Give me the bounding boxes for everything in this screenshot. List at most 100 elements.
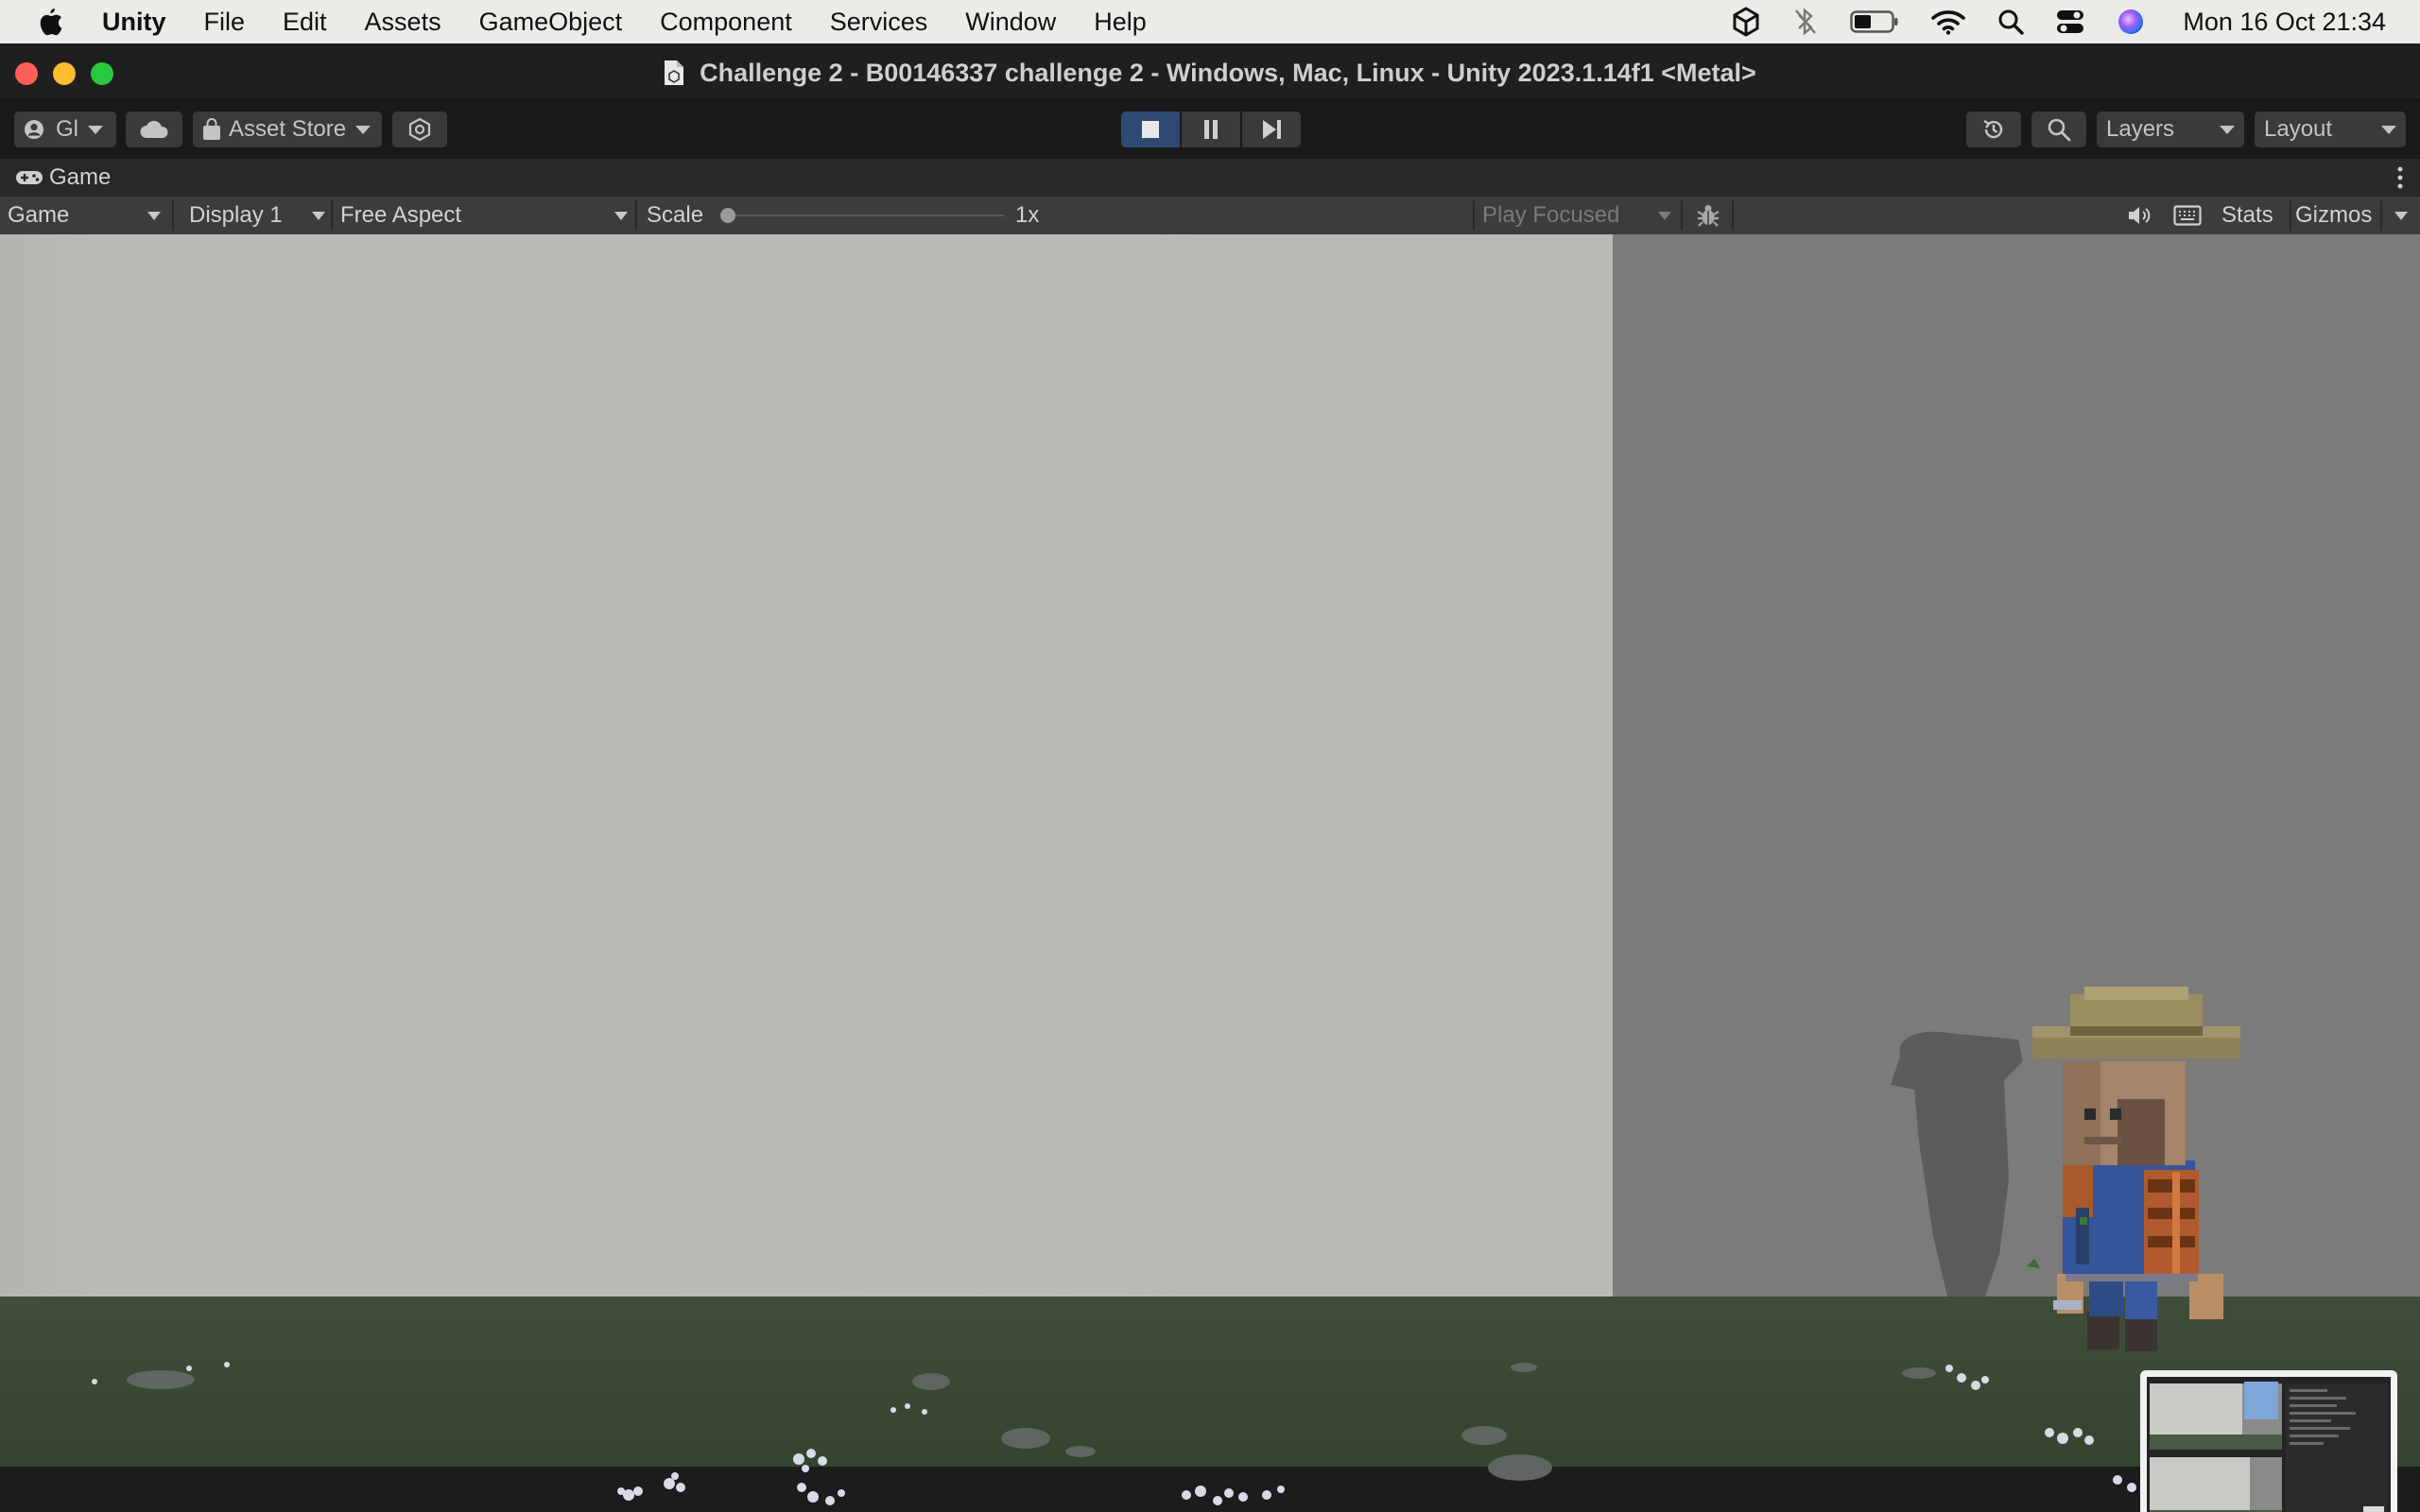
gizmos-label: Gizmos: [2295, 202, 2373, 228]
separator: [2380, 200, 2382, 231]
search-icon[interactable]: [1997, 9, 2025, 35]
account-icon: [24, 119, 44, 140]
aspect-dropdown[interactable]: Free Aspect: [333, 197, 633, 234]
asset-store-dropdown[interactable]: Asset Store: [193, 112, 382, 147]
bug-icon: [1695, 202, 1721, 229]
game-tab-label: Game: [49, 164, 112, 190]
pause-icon: [1201, 119, 1220, 140]
step-forward-icon: [1260, 119, 1283, 140]
frame-debugger-button[interactable]: [1692, 197, 1724, 234]
layout-caret-icon: [2381, 125, 2396, 134]
step-button[interactable]: [1242, 112, 1301, 147]
layout-dropdown[interactable]: Layout: [2255, 112, 2406, 147]
separator: [172, 200, 174, 231]
play-focused-label: Play Focused: [1482, 202, 1620, 228]
wifi-icon[interactable]: [1931, 9, 1966, 35]
game-mode-dropdown[interactable]: Game: [0, 197, 168, 234]
scale-label: Scale: [647, 197, 703, 234]
menu-gameobject[interactable]: GameObject: [479, 8, 623, 37]
mute-audio-button[interactable]: [2122, 197, 2156, 234]
menu-clock[interactable]: Mon 16 Oct 21:34: [2183, 8, 2386, 37]
menu-app-unity[interactable]: Unity: [102, 8, 166, 37]
layers-caret-icon: [2220, 125, 2235, 134]
play-button[interactable]: [1121, 112, 1180, 147]
scale-value-text: 1x: [1015, 202, 1040, 228]
screenshot-thumbnail: [2140, 1370, 2397, 1512]
menu-assets[interactable]: Assets: [365, 8, 441, 37]
stats-button[interactable]: Stats: [2221, 197, 2273, 234]
layers-label: Layers: [2106, 116, 2175, 142]
window-title: Challenge 2 - B00146337 challenge 2 - Wi…: [700, 58, 1756, 87]
gizmos-button[interactable]: Gizmos: [2295, 197, 2372, 234]
minimize-window-button[interactable]: [53, 62, 76, 85]
main-toolbar: Gl Asset Store Layers Layout: [0, 98, 2420, 159]
play-focused-dropdown[interactable]: Play Focused: [1475, 197, 1679, 234]
control-center-icon[interactable]: [2056, 9, 2084, 35]
game-mode-label: Game: [8, 202, 70, 228]
game-scene-render: [0, 234, 2420, 1512]
undo-history-button[interactable]: [1966, 112, 2021, 147]
keyboard-shortcuts-button[interactable]: [2170, 197, 2204, 234]
siri-icon[interactable]: [2117, 8, 2145, 36]
scale-slider[interactable]: [720, 197, 1004, 234]
layers-dropdown[interactable]: Layers: [2097, 112, 2244, 147]
layout-label: Layout: [2264, 116, 2333, 142]
play-focused-caret-icon: [1658, 212, 1671, 220]
account-dropdown[interactable]: Gl: [14, 112, 116, 147]
speaker-icon: [2126, 204, 2152, 227]
apple-icon[interactable]: [36, 6, 64, 38]
scene-file-icon: [664, 60, 684, 86]
menu-file[interactable]: File: [204, 8, 246, 37]
separator: [635, 200, 637, 231]
display-caret-icon: [312, 212, 325, 220]
game-viewport[interactable]: [0, 234, 2420, 1512]
account-caret-icon: [88, 125, 103, 134]
more-options-icon[interactable]: [2397, 166, 2403, 189]
scale-slider-track: [720, 215, 1004, 216]
title-bar: Challenge 2 - B00146337 challenge 2 - Wi…: [0, 47, 2420, 98]
game-mode-caret-icon: [147, 212, 161, 220]
scale-label-text: Scale: [647, 202, 704, 228]
menu-help[interactable]: Help: [1094, 8, 1147, 37]
viewport-bottom-band: [0, 1467, 2420, 1512]
search-button[interactable]: [2031, 112, 2086, 147]
menu-bar: Unity File Edit Assets GameObject Compon…: [0, 0, 2420, 43]
game-view-toolbar: Game Display 1 Free Aspect Scale 1x Play…: [0, 197, 2420, 234]
version-control-button[interactable]: [392, 112, 447, 147]
separator: [1732, 200, 1734, 231]
unity-window: Challenge 2 - B00146337 challenge 2 - Wi…: [0, 47, 2420, 1512]
bluetooth-off-icon[interactable]: [1793, 8, 1818, 36]
asset-store-caret-icon: [355, 125, 372, 134]
account-label: Gl: [56, 116, 78, 142]
asset-store-label: Asset Store: [229, 116, 347, 142]
menu-edit[interactable]: Edit: [283, 8, 327, 37]
scale-slider-thumb[interactable]: [720, 208, 735, 223]
menu-services[interactable]: Services: [830, 8, 928, 37]
gizmos-caret-icon: [2394, 211, 2408, 220]
history-icon: [1981, 117, 2006, 142]
shopping-bag-icon: [202, 118, 221, 141]
background-wall: [1613, 234, 2420, 1297]
gamepad-icon: [15, 169, 43, 186]
cloud-icon: [139, 120, 169, 139]
version-control-icon: [408, 117, 431, 142]
stop-icon: [1140, 119, 1161, 140]
game-tab[interactable]: Game: [0, 159, 2420, 197]
menu-component[interactable]: Component: [660, 8, 792, 37]
separator: [1681, 200, 1683, 231]
display-label: Display 1: [189, 202, 283, 228]
aspect-label: Free Aspect: [340, 202, 462, 228]
maximize-window-button[interactable]: [91, 62, 113, 85]
close-window-button[interactable]: [15, 62, 38, 85]
grass-ground: [0, 1297, 2420, 1467]
battery-icon[interactable]: [1850, 9, 1899, 34]
gizmos-dropdown[interactable]: [2386, 197, 2416, 234]
unity-status-icon[interactable]: [1731, 7, 1761, 37]
menu-window[interactable]: Window: [965, 8, 1056, 37]
pause-button[interactable]: [1182, 112, 1240, 147]
separator: [2290, 200, 2291, 231]
display-dropdown[interactable]: Display 1: [176, 197, 329, 234]
keyboard-icon: [2173, 205, 2202, 226]
cloud-button[interactable]: [126, 112, 182, 147]
scale-value: 1x: [1015, 197, 1039, 234]
